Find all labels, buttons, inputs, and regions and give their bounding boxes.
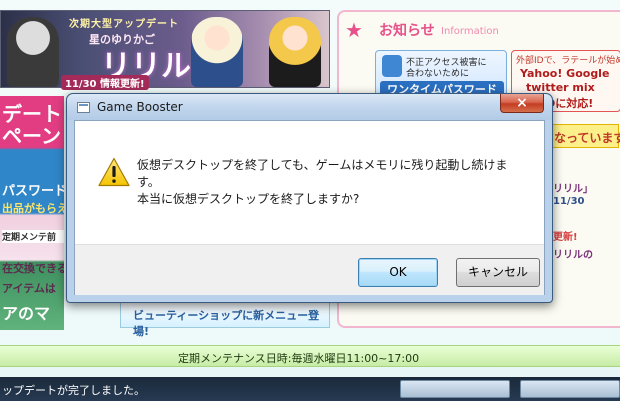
- message-line: 本当に仮想デスクトップを終了しますか?: [137, 192, 360, 206]
- campaign-text: アのマ: [2, 304, 51, 323]
- card-text: 合わないために: [406, 69, 470, 79]
- info-title-en: Information: [441, 26, 499, 37]
- notice-highlight[interactable]: なっています: [549, 124, 620, 148]
- update-banner[interactable]: 次期大型アップデート 星のゆりかご リリル 11/30 情報更新!: [0, 10, 330, 90]
- window-icon: [77, 102, 90, 113]
- status-text: ップデートが完了しました。: [2, 384, 145, 397]
- beauty-shop-label: ビューティーショップに新メニュー登場!: [133, 309, 320, 338]
- ok-button[interactable]: OK: [358, 258, 438, 287]
- news-item[interactable]: 更新!: [553, 228, 578, 243]
- maintenance-bar: 定期メンテナンス日時:毎週水曜日11:00~17:00: [0, 345, 620, 367]
- password-text: パスワード: [2, 184, 64, 199]
- star-icon: ★: [345, 18, 363, 42]
- dialog-body: 仮想デスクトップを終了しても、ゲームはメモリに残り起動し続けま す。 本当に仮想…: [74, 120, 545, 295]
- news-item[interactable]: リリルの: [553, 246, 593, 261]
- beauty-shop-banner[interactable]: ビューティーショップに新メニュー登場!: [120, 300, 330, 338]
- notice-highlight-label: なっています: [554, 131, 620, 145]
- dialog-button-area: OK キャンセル: [75, 244, 544, 295]
- launcher-button[interactable]: [400, 380, 510, 398]
- maintenance-note: 定期メンテ前: [2, 230, 64, 243]
- launcher-button[interactable]: [520, 380, 620, 398]
- character-art: [7, 17, 59, 87]
- card-text: Yahoo! Google: [520, 67, 610, 80]
- dialog-title-bar[interactable]: Game Booster ×: [67, 94, 552, 120]
- cancel-button[interactable]: キャンセル: [456, 258, 540, 287]
- exchange-text: 在交換できる: [2, 262, 64, 275]
- close-icon: ×: [516, 95, 528, 111]
- close-button[interactable]: ×: [500, 94, 544, 113]
- card-text: 外部IDで、ラテールが始められ: [516, 56, 620, 66]
- left-campaign-strip[interactable]: デート ペーン パスワード 出品がもらえ 定期メンテ前 在交換できる アイテムは…: [0, 96, 64, 330]
- character-art: [269, 17, 321, 87]
- campaign-text: ペーン: [2, 124, 61, 148]
- lock-icon: [382, 55, 402, 77]
- dialog-message: 仮想デスクトップを終了しても、ゲームはメモリに残り起動し続けま す。 本当に仮想…: [137, 157, 537, 208]
- dialog-title: Game Booster: [97, 100, 183, 114]
- password-subtext: 出品がもらえ: [2, 202, 64, 215]
- banner-tag: 次期大型アップデート: [69, 19, 179, 30]
- game-booster-dialog: Game Booster × 仮想デスクトップを終了しても、ゲームはメモリに残り…: [66, 93, 553, 303]
- character-art: [191, 17, 243, 87]
- banner-date: 11/30 情報更新!: [61, 75, 149, 90]
- message-line: す。: [137, 175, 160, 189]
- message-line: 仮想デスクトップを終了しても、ゲームはメモリに残り起動し続けま: [137, 158, 508, 172]
- maintenance-text: 定期メンテナンス日時:毎週水曜日11:00~17:00: [178, 352, 420, 365]
- news-item[interactable]: リリル」: [553, 180, 593, 195]
- news-item[interactable]: 11/30: [553, 196, 584, 207]
- warning-icon: [98, 157, 130, 187]
- info-title: お知らせ: [379, 23, 435, 39]
- exchange-text: アイテムは: [2, 282, 56, 295]
- status-bar: ップデートが完了しました。: [0, 377, 620, 401]
